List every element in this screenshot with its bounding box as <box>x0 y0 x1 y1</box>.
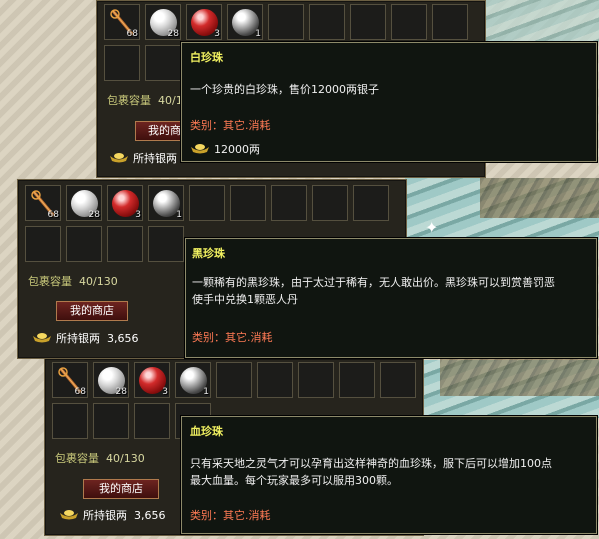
inventory-slot[interactable]: 3 <box>186 4 222 40</box>
item-count: 3 <box>214 29 220 39</box>
river-scenery <box>483 0 599 42</box>
item-count: 68 <box>74 387 86 397</box>
tooltip-description: 一颗稀有的黑珍珠，由于太过于稀有，无人敢出价。黑珍珠可以到赏善罚恶 <box>192 276 555 289</box>
silver-ingot-icon <box>60 510 78 520</box>
inventory-slot[interactable] <box>66 226 102 262</box>
inventory-slot[interactable] <box>189 185 225 221</box>
inventory-slot[interactable]: 3 <box>107 185 143 221</box>
item-tooltip: 血珍珠 只有采天地之灵气才可以孕育出这样神奇的血珍珠，服下后可以增加100点 最… <box>181 416 597 534</box>
inventory-slot[interactable]: 68 <box>25 185 61 221</box>
inventory-slot[interactable]: 1 <box>227 4 263 40</box>
item-count: 3 <box>162 387 168 397</box>
inventory-slot[interactable] <box>271 185 307 221</box>
inventory-slot[interactable] <box>52 403 88 439</box>
tooltip-category: 类别：其它.消耗 <box>190 509 271 522</box>
item-count: 1 <box>176 210 182 220</box>
inventory-slot[interactable] <box>216 362 252 398</box>
wooden-deck-scenery <box>440 356 599 396</box>
item-tooltip: 黑珍珠 一颗稀有的黑珍珠，由于太过于稀有，无人敢出价。黑珍珠可以到赏善罚恶 使手… <box>185 238 597 358</box>
inventory-slot[interactable] <box>268 4 304 40</box>
inventory-slot[interactable]: 28 <box>66 185 102 221</box>
inventory-slot[interactable] <box>148 226 184 262</box>
inventory-slot[interactable]: 1 <box>175 362 211 398</box>
inventory-slot[interactable]: 68 <box>104 4 140 40</box>
inventory-slot[interactable]: 28 <box>145 4 181 40</box>
inventory-slot[interactable] <box>350 4 386 40</box>
my-shop-button[interactable]: 我的商店 <box>83 479 159 499</box>
inventory-slot[interactable] <box>257 362 293 398</box>
item-count: 68 <box>126 29 138 39</box>
tooltip-description: 使手中兑换1颗恶人丹 <box>192 293 298 306</box>
inventory-slot[interactable]: 68 <box>52 362 88 398</box>
inventory-slot[interactable] <box>104 45 140 81</box>
capacity-label: 包裹容量 40/130 <box>28 275 118 288</box>
inventory-slot[interactable]: 28 <box>93 362 129 398</box>
inventory-slot[interactable] <box>312 185 348 221</box>
inventory-slot[interactable] <box>230 185 266 221</box>
tooltip-description: 一个珍贵的白珍珠，售价12000两银子 <box>190 83 379 96</box>
inventory-slot[interactable] <box>93 403 129 439</box>
item-count: 28 <box>88 210 100 220</box>
inventory-slot[interactable] <box>145 45 181 81</box>
inventory-slot[interactable]: 3 <box>134 362 170 398</box>
tooltip-category: 类别：其它.消耗 <box>192 331 273 344</box>
inventory-slot[interactable] <box>432 4 468 40</box>
silver-amount: 所持银两 3,656 <box>56 332 139 345</box>
my-shop-button[interactable]: 我的商店 <box>56 301 128 321</box>
inventory-slot[interactable] <box>339 362 375 398</box>
item-count: 28 <box>115 387 127 397</box>
tooltip-title: 白珍珠 <box>190 51 223 64</box>
item-tooltip: 白珍珠 一个珍贵的白珍珠，售价12000两银子 类别：其它.消耗 12000两 <box>181 42 597 162</box>
inventory-slot[interactable]: 1 <box>148 185 184 221</box>
item-count: 68 <box>47 210 59 220</box>
item-count: 28 <box>167 29 179 39</box>
wooden-deck-scenery <box>480 178 599 218</box>
inventory-slot[interactable] <box>107 226 143 262</box>
tooltip-description: 只有采天地之灵气才可以孕育出这样神奇的血珍珠，服下后可以增加100点 <box>190 457 552 470</box>
tooltip-category: 类别：其它.消耗 <box>190 119 271 132</box>
capacity-label: 包裹容量 40/130 <box>55 452 145 465</box>
tooltip-price: 12000两 <box>214 143 260 156</box>
inventory-slot[interactable] <box>380 362 416 398</box>
sparkle-icon: ✦ <box>425 218 439 237</box>
tooltip-description: 最大血量。每个玩家最多可以服用300颗。 <box>190 474 398 487</box>
inventory-slot[interactable] <box>298 362 334 398</box>
inventory-slot[interactable] <box>391 4 427 40</box>
silver-ingot-icon <box>191 144 209 154</box>
silver-amount: 所持银两 3,656 <box>83 509 166 522</box>
item-count: 1 <box>203 387 209 397</box>
silver-ingot-icon <box>110 153 128 163</box>
inventory-slot[interactable] <box>25 226 61 262</box>
item-count: 3 <box>135 210 141 220</box>
tooltip-title: 黑珍珠 <box>192 247 225 260</box>
silver-ingot-icon <box>33 333 51 343</box>
item-count: 1 <box>255 29 261 39</box>
tooltip-title: 血珍珠 <box>190 425 223 438</box>
inventory-slot[interactable] <box>134 403 170 439</box>
inventory-slot[interactable] <box>309 4 345 40</box>
inventory-slot[interactable] <box>353 185 389 221</box>
